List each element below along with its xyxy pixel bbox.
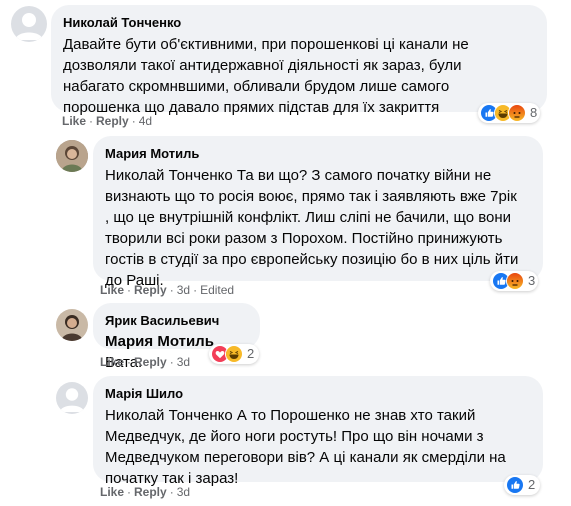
comment-author[interactable]: Марія Шило [105, 385, 531, 402]
reaction-count: 8 [530, 105, 538, 120]
reply-link[interactable]: Reply [96, 114, 129, 128]
angry-reaction-icon [506, 272, 524, 290]
timestamp[interactable]: 3d [177, 485, 190, 499]
reaction-count: 3 [528, 273, 536, 288]
comment-author[interactable]: Ярик Васильевич [105, 312, 248, 329]
mention[interactable]: Мария Мотиль [105, 333, 214, 350]
comment-author[interactable]: Николай Тонченко [63, 14, 535, 31]
comment-actions: Like · Reply · 3d [100, 485, 191, 499]
timestamp[interactable]: 4d [139, 114, 152, 128]
angry-reaction-icon [508, 104, 526, 122]
comment-author[interactable]: Мария Мотиль [105, 145, 531, 162]
edited-label[interactable]: Edited [200, 283, 234, 297]
comment-actions: Like · Reply · 3d · Edited [100, 283, 235, 297]
comment-bubble: Марія Шило Николай Тонченко А то Порошен… [93, 376, 543, 487]
reaction-summary[interactable]: 2 [209, 344, 259, 364]
like-reaction-icon [506, 476, 524, 494]
comment-bubble: Николай Тонченко Давайте бути об'єктивни… [51, 5, 547, 116]
reply-link[interactable]: Reply [134, 485, 167, 499]
default-avatar-icon [59, 388, 85, 412]
reaction-count: 2 [528, 477, 536, 492]
haha-reaction-icon [225, 345, 243, 363]
reaction-count: 2 [247, 346, 255, 361]
timestamp[interactable]: 3d [177, 283, 190, 297]
reaction-summary[interactable]: 3 [490, 271, 538, 291]
like-link[interactable]: Like [100, 283, 124, 297]
avatar[interactable] [56, 309, 88, 341]
comment-actions: Like · Reply · 4d [62, 114, 153, 128]
profile-photo-icon [56, 309, 88, 341]
comment-text: Николай Тонченко А то Порошенко не знав … [105, 407, 506, 487]
avatar[interactable] [56, 382, 88, 414]
avatar[interactable] [56, 140, 88, 172]
comment-text: Николай Тонченко Та ви що? З самого поча… [105, 167, 519, 289]
reaction-summary[interactable]: 2 [504, 475, 540, 495]
reply-link[interactable]: Reply [134, 355, 167, 369]
comment-bubble: Ярик Васильевич Мария Мотиль Вата. [93, 303, 260, 371]
comment-actions: Like · Reply · 3d [100, 355, 191, 369]
timestamp[interactable]: 3d [177, 355, 190, 369]
like-link[interactable]: Like [62, 114, 86, 128]
reaction-summary[interactable]: 8 [478, 103, 540, 123]
comment-text: Давайте бути об'єктивними, при порошенко… [63, 36, 469, 116]
like-link[interactable]: Like [100, 485, 124, 499]
comment-bubble: Мария Мотиль Николай Тонченко Та ви що? … [93, 136, 543, 289]
like-link[interactable]: Like [100, 355, 124, 369]
avatar[interactable] [11, 6, 47, 42]
profile-photo-icon [56, 140, 88, 172]
reply-link[interactable]: Reply [134, 283, 167, 297]
default-avatar-icon [15, 13, 43, 40]
